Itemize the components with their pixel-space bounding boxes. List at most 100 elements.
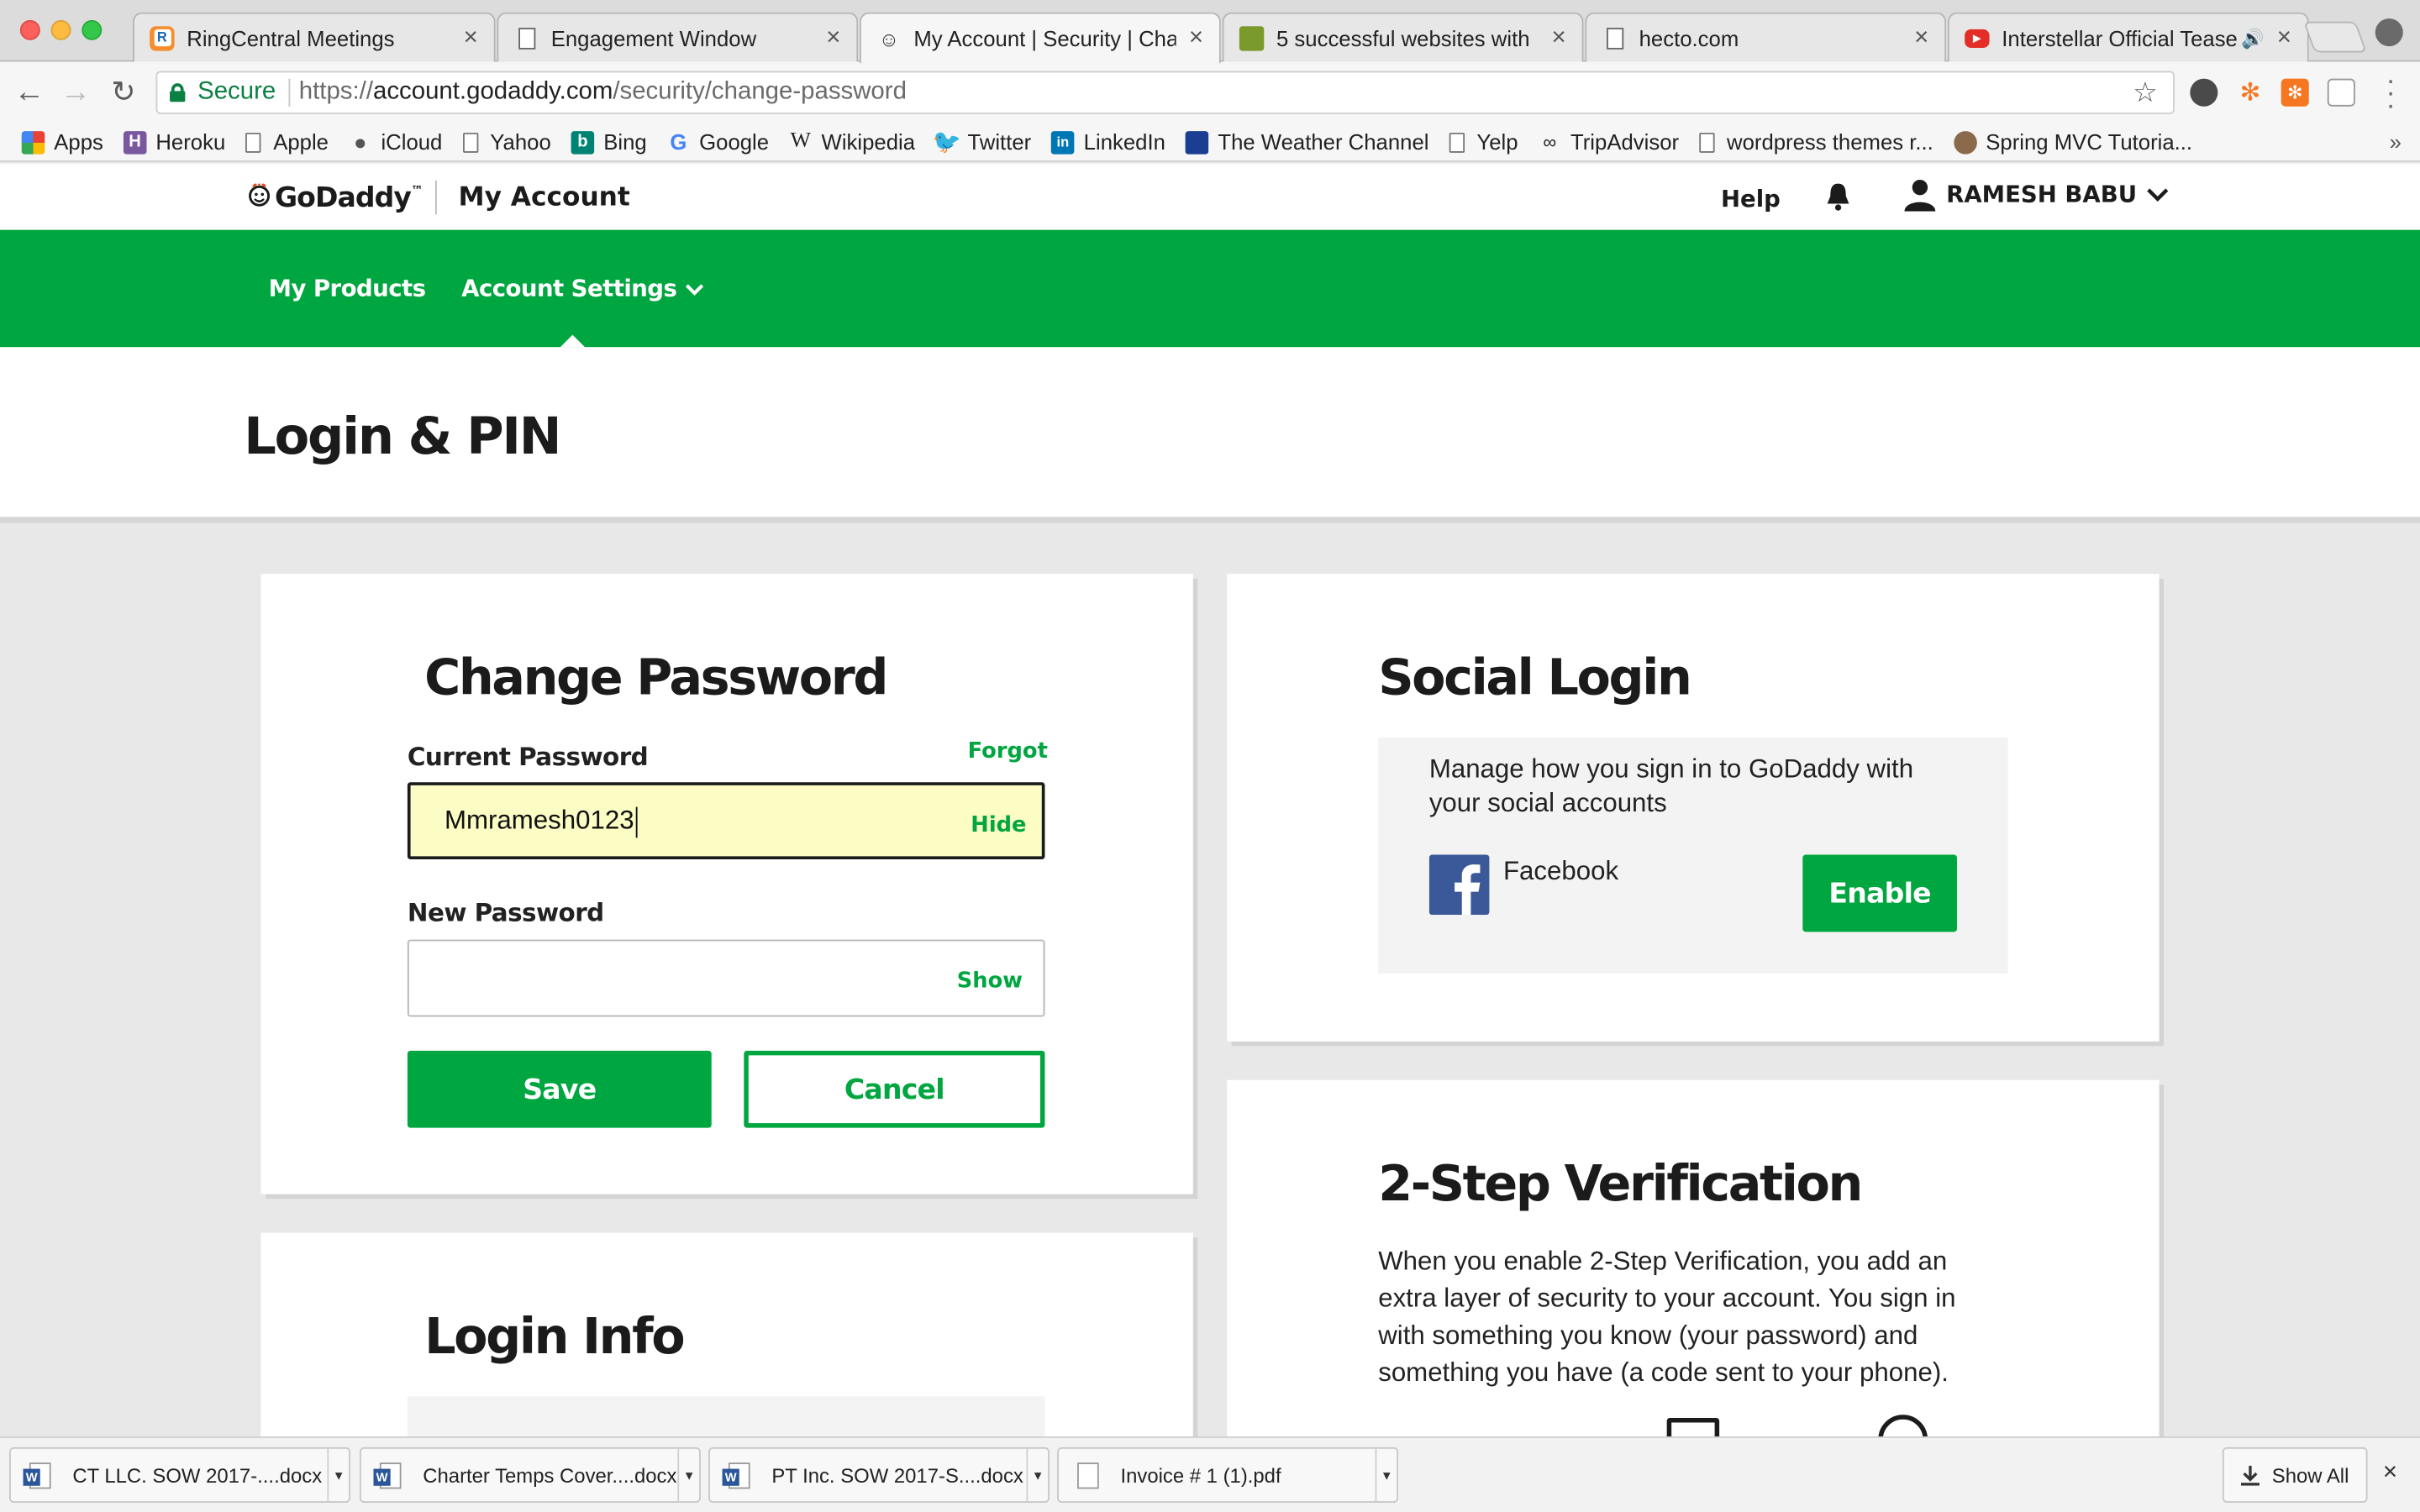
user-name: RAMESH BABU [1946,180,2138,208]
current-password-label: Current Password [407,742,649,772]
profile-icon[interactable] [2375,18,2403,47]
bookmark-yahoo[interactable]: Yahoo [462,129,551,155]
current-password-input[interactable]: Mmramesh0123 Hide [407,782,1045,860]
page-icon [514,25,539,50]
bookmark-wikipedia[interactable]: W Wikipedia [789,129,915,154]
url-host: account.godaddy.com [373,78,613,105]
tab-ringcentral[interactable]: R RingCentral Meetings × [132,12,496,62]
close-downloads-icon[interactable]: × [2383,1460,2397,1488]
cancel-button[interactable]: Cancel [744,1050,1045,1128]
my-account-title[interactable]: My Account [459,182,630,213]
tab-close-icon[interactable]: × [460,24,481,51]
tab-my-account-security[interactable]: ☺ My Account | Security | Cha × [860,12,1221,64]
tab-hecto[interactable]: hecto.com × [1585,12,1947,62]
bell-icon[interactable] [1823,181,1854,214]
browser-menu-icon[interactable]: · · · [2383,66,2398,118]
change-password-card: Change Password Current Password Forgot … [260,574,1193,1194]
apps-grid-icon [21,130,45,154]
help-link[interactable]: Help [1721,185,1781,213]
current-password-text: Mmramesh0123 [444,805,634,835]
bookmark-wordpress-themes[interactable]: wordpress themes r... [1698,129,1933,155]
tab-successful-websites[interactable]: 5 successful websites with × [1222,12,1584,62]
bookmark-twitter[interactable]: 🐦 Twitter [933,129,1032,155]
tab-close-icon[interactable]: × [823,24,844,51]
bookmark-label: Yahoo [490,129,551,155]
tripadvisor-icon: ∞ [1543,131,1557,153]
address-bar[interactable]: Secure https:// account.godaddy.com /sec… [155,71,2175,114]
new-tab-button[interactable] [2303,21,2367,53]
extension-icon[interactable] [2327,78,2355,107]
new-password-label: New Password [407,897,604,927]
tab-interstellar[interactable]: ▶ Interstellar Official Tease 🔊 × [1947,12,2309,62]
change-password-title: Change Password [424,648,888,707]
nav-account-settings[interactable]: Account Settings [461,275,704,302]
save-button[interactable]: Save [407,1050,712,1128]
social-login-panel: Manage how you sign in to GoDaddy with y… [1378,737,2008,974]
enable-facebook-button[interactable]: Enable [1802,854,1957,932]
hubspot-sales-extension-icon[interactable]: ✻ [2281,78,2309,107]
site-icon [1239,25,1265,50]
tab-engagement-window[interactable]: Engagement Window × [497,12,859,62]
login-info-title: Login Info [424,1306,686,1366]
bookmark-linkedin[interactable]: in LinkedIn [1051,129,1165,155]
godaddy-guy-icon [249,183,271,207]
speaker-icon: 🔊 [2241,27,2265,49]
tab-title: My Account | Security | Cha [913,26,1176,51]
download-options-icon[interactable]: ▼ [677,1448,699,1502]
tab-close-icon[interactable]: × [1186,24,1207,52]
back-arrow-icon[interactable]: ← [13,75,46,109]
bookmark-tripadvisor[interactable]: ∞ TripAdvisor [1538,129,1679,154]
bookmark-spring-mvc[interactable]: Spring MVC Tutoria... [1953,129,2192,155]
close-window-button[interactable] [19,19,40,40]
hubspot-extension-icon[interactable]: ✻ [2236,79,2264,107]
download-item[interactable]: PT Inc. SOW 2017-S....docx ▼ [708,1446,1050,1503]
download-item[interactable]: CT LLC. SOW 2017-....docx ▼ [9,1446,350,1503]
bookmark-heroku[interactable]: H Heroku [123,129,225,155]
site-header: GoDaddy ™ My Account Help RAMESH BABU [0,163,2420,230]
bookmark-bing[interactable]: b Bing [571,129,647,155]
pdf-document-icon [1077,1462,1099,1488]
tab-close-icon[interactable]: × [1911,24,1933,51]
new-password-input[interactable]: Show [407,939,1045,1017]
bookmark-label: Bing [603,129,647,155]
forward-arrow-icon[interactable]: → [59,75,92,109]
page-icon [462,132,478,152]
minimize-window-button[interactable] [50,19,71,40]
google-icon: G [670,129,687,155]
godaddy-logo[interactable]: GoDaddy ™ [247,176,424,218]
bookmark-weather-channel[interactable]: The Weather Channel [1185,129,1428,155]
tab-title: hecto.com [1639,25,1739,50]
bookmarks-overflow-icon[interactable]: » [2390,129,2402,154]
downloads-bar: CT LLC. SOW 2017-....docx ▼ Charter Temp… [0,1436,2420,1512]
current-password-value: Mmramesh0123 [444,805,638,837]
bookmark-star-icon[interactable]: ☆ [2133,77,2158,110]
secure-label: Secure [197,78,276,105]
download-arrow-icon [2241,1464,2260,1485]
download-options-icon[interactable]: ▼ [1375,1448,1397,1502]
hide-password-toggle[interactable]: Hide [971,813,1026,837]
download-item[interactable]: Charter Temps Cover....docx ▼ [359,1446,701,1503]
show-password-toggle[interactable]: Show [957,969,1023,993]
page-icon [245,132,261,152]
download-options-icon[interactable]: ▼ [327,1448,349,1502]
zoom-window-button[interactable] [82,19,103,40]
nav-my-products[interactable]: My Products [269,275,426,302]
bookmark-apps[interactable]: Apps [21,129,103,155]
bookmark-yelp[interactable]: Yelp [1449,129,1518,155]
tab-title: RingCentral Meetings [187,25,395,50]
bookmark-google[interactable]: G Google [667,129,769,155]
download-item[interactable]: Invoice # 1 (1).pdf ▼ [1057,1446,1399,1503]
forgot-password-link[interactable]: Forgot [968,739,1048,764]
active-nav-indicator [560,334,586,348]
user-menu[interactable]: RAMESH BABU [1903,177,2168,212]
evernote-extension-icon[interactable] [2190,78,2218,107]
word-document-icon [23,1462,51,1488]
download-options-icon[interactable]: ▼ [1026,1448,1048,1502]
tab-close-icon[interactable]: × [2274,24,2296,51]
bookmark-icloud[interactable]: ● iCloud [349,129,442,154]
tab-close-icon[interactable]: × [1548,24,1570,51]
show-all-downloads-button[interactable]: Show All [2222,1446,2368,1503]
bookmark-apple[interactable]: Apple [245,129,329,155]
reload-icon[interactable]: ↻ [107,76,140,109]
bookmark-label: LinkedIn [1083,129,1165,155]
